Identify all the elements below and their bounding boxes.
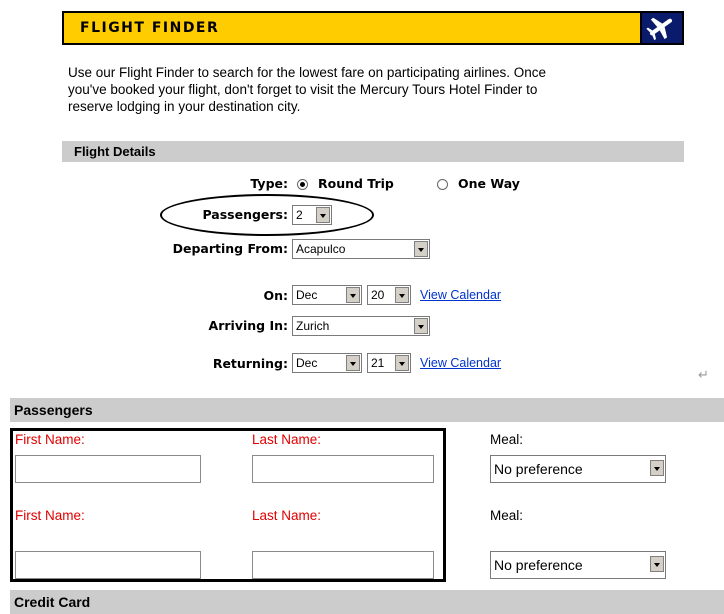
return-day-value: 21: [371, 356, 385, 370]
banner-title: FLIGHT FINDER: [80, 20, 220, 36]
return-day-select[interactable]: 21: [367, 353, 411, 373]
chevron-down-icon: [414, 318, 428, 334]
one-way-radio[interactable]: [437, 179, 448, 190]
meal-select-value: No preference: [494, 557, 583, 573]
depart-view-calendar-link[interactable]: View Calendar: [420, 288, 501, 302]
chevron-down-icon: [650, 460, 664, 476]
departing-from-select[interactable]: Acapulco: [292, 239, 430, 259]
first-name-label: First Name:: [15, 508, 85, 523]
intro-line-3: reserve lodging in your destination city…: [68, 99, 301, 114]
return-view-calendar-link[interactable]: View Calendar: [420, 356, 501, 370]
first-name-input[interactable]: [15, 551, 201, 579]
meal-label: Meal:: [490, 432, 524, 447]
flight-details-heading: Flight Details: [62, 141, 684, 162]
chevron-down-icon: [395, 355, 409, 371]
round-trip-label: Round Trip: [318, 176, 394, 191]
intro-line-2: you've booked your flight, don't forget …: [68, 82, 538, 97]
on-label: On:: [263, 288, 288, 303]
return-month-select[interactable]: Dec: [292, 353, 362, 373]
chevron-down-icon: [346, 287, 360, 303]
intro-text: Use our Flight Finder to search for the …: [68, 64, 678, 115]
return-arrow-icon: ↵: [698, 367, 709, 382]
departing-from-value: Acapulco: [296, 242, 346, 256]
chevron-down-icon: [346, 355, 360, 371]
one-way-label: One Way: [458, 176, 520, 191]
depart-month-select[interactable]: Dec: [292, 285, 362, 305]
meal-select-value: No preference: [494, 461, 583, 477]
flight-finder-banner: FLIGHT FINDER: [62, 11, 684, 45]
meal-select[interactable]: No preference: [490, 551, 666, 579]
round-trip-radio[interactable]: [297, 179, 308, 190]
type-label: Type:: [250, 176, 288, 191]
passengers-label: Passengers:: [202, 207, 288, 222]
last-name-input[interactable]: [252, 551, 434, 579]
arriving-in-value: Zurich: [296, 319, 330, 333]
intro-line-1: Use our Flight Finder to search for the …: [68, 65, 546, 80]
arriving-in-label: Arriving In:: [208, 318, 288, 333]
return-month-value: Dec: [296, 356, 318, 370]
airplane-icon: [640, 13, 682, 43]
meal-select[interactable]: No preference: [490, 455, 666, 483]
chevron-down-icon: [395, 287, 409, 303]
last-name-input[interactable]: [252, 455, 434, 483]
passengers-heading: Passengers: [10, 398, 724, 422]
arriving-in-select[interactable]: Zurich: [292, 316, 430, 336]
chevron-down-icon: [316, 207, 330, 223]
last-name-label: Last Name:: [252, 432, 322, 447]
returning-label: Returning:: [212, 356, 288, 371]
depart-day-value: 20: [371, 288, 385, 302]
depart-month-value: Dec: [296, 288, 318, 302]
meal-label: Meal:: [490, 508, 524, 523]
first-name-label: First Name:: [15, 432, 85, 447]
chevron-down-icon: [650, 556, 664, 572]
departing-from-label: Departing From:: [172, 241, 288, 256]
first-name-input[interactable]: [15, 455, 201, 483]
credit-card-heading: Credit Card: [10, 590, 724, 614]
passengers-select[interactable]: 2: [292, 205, 332, 225]
passengers-select-value: 2: [296, 208, 303, 222]
last-name-label: Last Name:: [252, 508, 322, 523]
chevron-down-icon: [414, 241, 428, 257]
depart-day-select[interactable]: 20: [367, 285, 411, 305]
